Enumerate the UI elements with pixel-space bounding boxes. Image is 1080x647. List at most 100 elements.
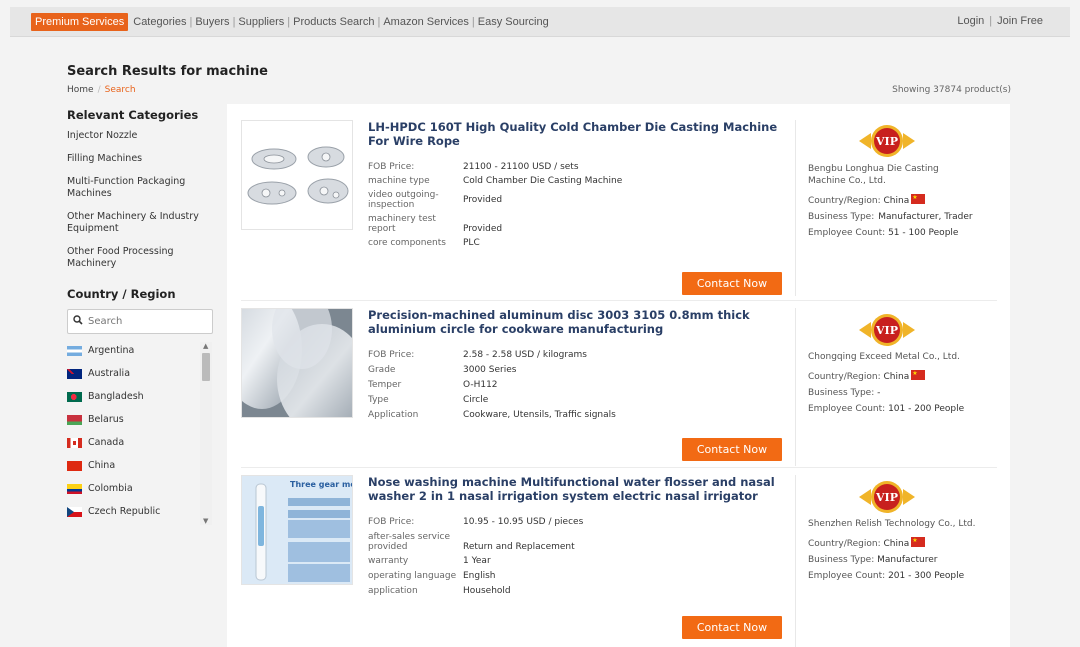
attr-row: core components PLC <box>368 238 622 248</box>
category-link[interactable]: Multi-Function Packaging Machines <box>67 176 207 200</box>
nav-products-search[interactable]: Products Search <box>293 16 374 28</box>
category-link[interactable]: Injector Nozzle <box>67 130 207 142</box>
product-card: LH-HPDC 160T High Quality Cold Chamber D… <box>241 120 997 300</box>
attr-value: Cold Chamber Die Casting Machine <box>463 176 623 186</box>
country-item-argentina[interactable]: Argentina <box>67 339 213 362</box>
nav-suppliers[interactable]: Suppliers <box>238 16 284 28</box>
category-link[interactable]: Other Food Processing Machinery <box>67 246 207 270</box>
supplier-info: Bengbu Longhua Die Casting Machine Co., … <box>808 163 978 243</box>
scroll-down-arrow-icon[interactable]: ▼ <box>203 517 208 525</box>
auth-links: Login | Join Free <box>957 15 1043 27</box>
attr-row: Application Cookware, Utensils, Traffic s… <box>368 410 616 420</box>
attr-value: Cookware, Utensils, Traffic signals <box>463 410 616 420</box>
attr-row: operating language English <box>368 571 583 581</box>
column-divider <box>795 308 796 466</box>
attr-value: O-H112 <box>463 380 498 390</box>
country-item-bangladesh[interactable]: Bangladesh <box>67 385 213 408</box>
china-flag-icon <box>67 460 82 471</box>
product-image[interactable]: Three gear mode <box>241 475 353 585</box>
business-type-label: Business Type: <box>808 388 875 398</box>
attr-value: Return and Replacement <box>463 542 575 552</box>
supplier-employee-count: Employee Count: 51 - 100 People <box>808 227 978 239</box>
employee-count-value: 201 - 300 People <box>888 571 965 581</box>
country-label: Australia <box>88 368 131 379</box>
attr-key: Application <box>368 410 419 420</box>
product-image[interactable] <box>241 120 353 230</box>
vip-badge-icon: VIP <box>859 314 915 346</box>
country-item-china[interactable]: China <box>67 454 213 477</box>
supplier-info: Chongqing Exceed Metal Co., Ltd. Country… <box>808 351 978 419</box>
country-label: Country/Region: <box>808 372 881 382</box>
attr-value: English <box>463 571 496 581</box>
country-search-input[interactable] <box>88 316 198 327</box>
product-title-link[interactable]: LH-HPDC 160T High Quality Cold Chamber D… <box>368 120 778 148</box>
nav-buyers[interactable]: Buyers <box>195 16 229 28</box>
nav-easy-sourcing[interactable]: Easy Sourcing <box>478 16 549 28</box>
scrollbar-thumb[interactable] <box>202 353 210 381</box>
attr-key: Temper <box>368 380 402 390</box>
join-free-link[interactable]: Join Free <box>997 15 1043 27</box>
country-label: Bangladesh <box>88 391 144 402</box>
argentina-flag-icon <box>67 345 82 356</box>
business-type-value: Manufacturer, Trader <box>878 212 973 222</box>
country-item-czech-republic[interactable]: Czech Republic <box>67 500 213 523</box>
nav-separator: | <box>377 16 381 28</box>
attr-value: Provided <box>463 195 503 205</box>
country-label: Canada <box>88 437 125 448</box>
contact-now-button[interactable]: Contact Now <box>682 272 782 295</box>
czech-flag-icon <box>67 506 82 517</box>
product-title-link[interactable]: Precision-machined aluminum disc 3003 31… <box>368 308 778 336</box>
china-flag-icon <box>911 535 926 547</box>
attr-key: Grade <box>368 365 396 375</box>
china-flag-icon <box>911 368 926 380</box>
business-type-value: Manufacturer <box>877 555 938 565</box>
country-item-belarus[interactable]: Belarus <box>67 408 213 431</box>
attr-key: machine type <box>368 176 430 186</box>
breadcrumb-separator: / <box>97 85 101 95</box>
row-divider <box>241 467 997 468</box>
canada-flag-icon <box>67 437 82 448</box>
supplier-name-link[interactable]: Bengbu Longhua Die Casting Machine Co., … <box>808 163 978 187</box>
supplier-business-type: Business Type: Manufacturer, Trader <box>808 211 978 223</box>
country-item-australia[interactable]: Australia <box>67 362 213 385</box>
supplier-business-type: Business Type: - <box>808 387 978 399</box>
product-title-link[interactable]: Nose washing machine Multifunctional wat… <box>368 475 778 503</box>
attr-value: PLC <box>463 238 480 248</box>
attr-key: core components <box>368 238 446 248</box>
scroll-up-arrow-icon[interactable]: ▲ <box>203 342 208 350</box>
supplier-name-link[interactable]: Shenzhen Relish Technology Co., Ltd. <box>808 518 978 530</box>
breadcrumb-home[interactable]: Home <box>67 85 94 95</box>
attr-value: Circle <box>463 395 489 405</box>
contact-now-button[interactable]: Contact Now <box>682 616 782 639</box>
category-link[interactable]: Filling Machines <box>67 153 207 165</box>
category-link[interactable]: Other Machinery & Industry Equipment <box>67 211 207 235</box>
attr-key: warranty <box>368 556 409 566</box>
attr-value: 10.95 - 10.95 USD / pieces <box>463 517 584 527</box>
attr-value: Provided <box>463 224 503 234</box>
business-type-label: Business Type: <box>808 555 875 565</box>
attr-row: video outgoing-inspection Provided <box>368 190 622 210</box>
country-label: Belarus <box>88 414 124 425</box>
country-item-canada[interactable]: Canada <box>67 431 213 454</box>
nav-amazon-services[interactable]: Amazon Services <box>383 16 469 28</box>
vip-badge-icon: VIP <box>859 125 915 157</box>
categories-heading: Relevant Categories <box>67 108 199 122</box>
attr-row: machine type Cold Chamber Die Casting Mac… <box>368 176 622 186</box>
product-image[interactable] <box>241 308 353 418</box>
country-list-scrollbar[interactable]: ▲ ▼ <box>200 342 212 525</box>
country-item-colombia[interactable]: Colombia <box>67 477 213 500</box>
product-attributes: FOB Price: 21100 - 21100 USD / sets machi… <box>368 162 622 252</box>
nav-premium-services[interactable]: Premium Services <box>31 13 129 31</box>
login-link[interactable]: Login <box>957 15 984 27</box>
contact-now-button[interactable]: Contact Now <box>682 438 782 461</box>
country-label: Colombia <box>88 483 133 494</box>
supplier-name-link[interactable]: Chongqing Exceed Metal Co., Ltd. <box>808 351 978 363</box>
attr-row: FOB Price: 21100 - 21100 USD / sets <box>368 162 622 172</box>
country-list: Argentina Australia Bangladesh Belarus C… <box>67 339 213 527</box>
employee-count-label: Employee Count: <box>808 228 886 238</box>
attr-value: Household <box>463 586 511 596</box>
attr-key: after-sales service provided <box>368 532 450 552</box>
attr-row: Temper O-H112 <box>368 380 616 390</box>
nav-categories[interactable]: Categories <box>133 16 186 28</box>
country-label: Czech Republic <box>88 506 161 517</box>
